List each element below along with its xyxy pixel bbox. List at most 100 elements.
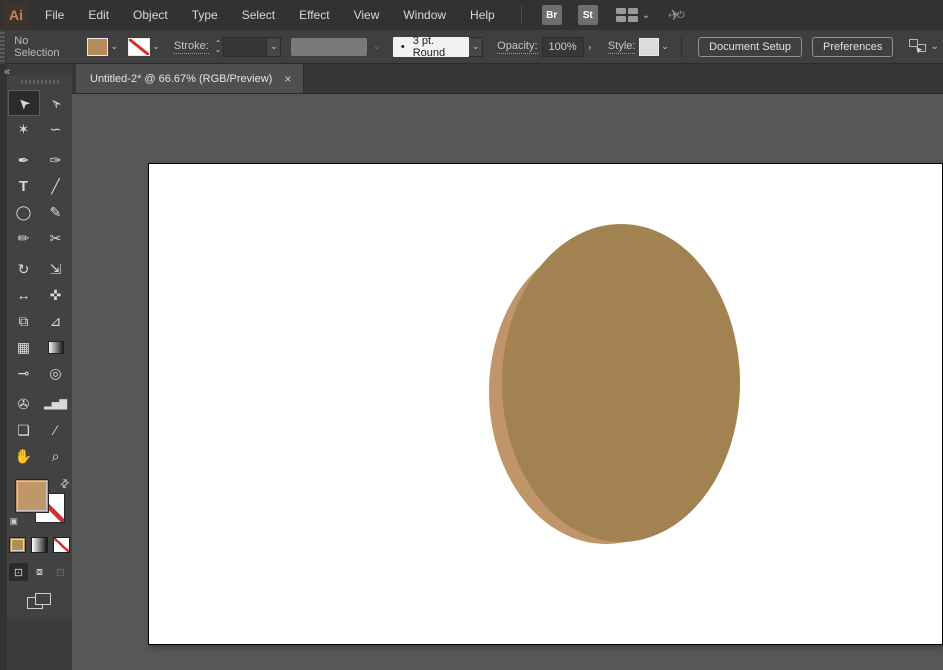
blend-tool-icon: ◎	[49, 364, 62, 381]
document-tab[interactable]: Untitled-2* @ 66.67% (RGB/Preview) ×	[76, 64, 305, 93]
menu-type[interactable]: Type	[180, 0, 230, 30]
menu-file[interactable]: File	[33, 0, 76, 30]
color-type-buttons	[7, 537, 72, 553]
stock-button[interactable]: St	[577, 5, 598, 25]
tool-puppet-warp[interactable]: ✜	[40, 282, 72, 308]
arrange-icon[interactable]: ➤	[907, 38, 927, 56]
tool-paintbrush[interactable]: ✎	[40, 199, 72, 225]
front-ellipse-shape[interactable]	[502, 224, 740, 542]
stroke-weight-input[interactable]	[223, 36, 268, 57]
opacity-expand-icon[interactable]: ›	[584, 38, 596, 56]
draw-inside-button: ⊡	[55, 566, 66, 579]
fill-color-swatch[interactable]	[86, 37, 109, 56]
tool-mesh[interactable]: ▦	[8, 334, 40, 360]
tool-shaper[interactable]: ✏	[8, 225, 40, 251]
tool-shape-builder[interactable]: ⧉	[8, 308, 40, 334]
menu-select[interactable]: Select	[230, 0, 287, 30]
tool-artboard[interactable]: ❏	[8, 417, 40, 443]
dock-edge	[0, 64, 7, 670]
style-swatch[interactable]	[639, 37, 659, 56]
stroke-weight-stepper[interactable]: ⌃ ⌄	[215, 39, 222, 53]
tool-grid: ➤ ➢ ✶ ∽ ✒ ✑ T ╱ ◯ ✎ ✏ ✂ ↻ ⇲ ↔ ✜ ⧉ ⊿ ▦ ⊸ …	[7, 90, 72, 469]
controlbar-grip[interactable]	[0, 29, 7, 64]
document-tab-bar: Untitled-2* @ 66.67% (RGB/Preview) ×	[72, 64, 943, 94]
gpu-performance-icon[interactable]: ✈	[667, 5, 682, 25]
brush-bullet: •	[400, 40, 405, 53]
scissors-tool-icon: ✂	[49, 229, 62, 246]
tool-scissors[interactable]: ✂	[40, 225, 72, 251]
opacity-label[interactable]: Opacity:	[497, 40, 538, 54]
brush-chevron-icon[interactable]: ⌄	[469, 36, 484, 57]
menu-help[interactable]: Help	[458, 0, 507, 30]
stroke-color-swatch[interactable]	[128, 37, 150, 56]
toolbar-grip[interactable]	[20, 80, 59, 84]
tool-rotate[interactable]: ↻	[8, 256, 40, 282]
stroke-chevron-down-icon[interactable]: ⌄	[150, 38, 162, 56]
opacity-input[interactable]: 100%	[541, 36, 584, 57]
tool-slice[interactable]: ∕	[40, 417, 72, 443]
chevron-down-icon[interactable]: ⌄	[642, 10, 650, 21]
screen-mode-button[interactable]	[26, 593, 53, 611]
tool-scale[interactable]: ⇲	[40, 256, 72, 282]
line-segment-tool-icon: ╱	[51, 177, 60, 194]
none-button[interactable]	[52, 537, 70, 553]
tool-width[interactable]: ↔	[8, 282, 40, 308]
document-setup-button[interactable]: Document Setup	[698, 36, 803, 57]
tool-curvature[interactable]: ✑	[40, 147, 72, 173]
puppet-warp-tool-icon: ✜	[49, 286, 62, 303]
workspace-switcher-icon[interactable]	[615, 8, 638, 22]
tool-perspective-grid[interactable]: ⊿	[40, 308, 72, 334]
tool-selection[interactable]: ➤	[7, 90, 40, 116]
tool-magic-wand[interactable]: ✶	[8, 116, 40, 142]
style-label[interactable]: Style:	[607, 40, 636, 54]
shaper-tool-icon: ✏	[17, 229, 30, 246]
draw-normal-button[interactable]: ⊡	[9, 563, 28, 581]
tool-zoom[interactable]: ⌕	[40, 443, 72, 469]
style-chevron-icon[interactable]: ⌄	[659, 38, 671, 56]
paintbrush-tool-icon: ✎	[49, 203, 62, 220]
menu-object[interactable]: Object	[121, 0, 180, 30]
swap-fill-stroke-icon[interactable]: ⇄	[57, 476, 73, 491]
stepper-down-icon[interactable]: ⌄	[215, 45, 222, 53]
direct-selection-tool-icon: ➢	[45, 93, 65, 114]
tool-symbol-sprayer[interactable]: ✇	[8, 391, 40, 417]
draw-behind-button[interactable]: ⧇	[30, 563, 49, 581]
none-slash-icon	[53, 538, 69, 552]
stroke-weight-label[interactable]: Stroke:	[173, 40, 209, 54]
color-button[interactable]	[8, 537, 26, 553]
menu-window[interactable]: Window	[391, 0, 458, 30]
tool-lasso[interactable]: ∽	[40, 116, 72, 142]
control-bar: No Selection ⌄ ⌄ Stroke: ⌃ ⌄ ⌄ ⌄ • 3 pt.…	[0, 29, 943, 64]
stroke-weight-chevron-icon[interactable]: ⌄	[267, 36, 282, 57]
menu-edit[interactable]: Edit	[76, 0, 121, 30]
tool-line-segment[interactable]: ╱	[40, 173, 72, 199]
menu-view[interactable]: View	[342, 0, 392, 30]
menu-effect[interactable]: Effect	[287, 0, 341, 30]
tool-hand[interactable]: ✋	[8, 443, 40, 469]
default-fill-stroke-icon[interactable]: ▣	[10, 516, 19, 527]
tool-gradient[interactable]	[40, 334, 72, 360]
bridge-button[interactable]: Br	[541, 5, 562, 25]
preferences-button[interactable]: Preferences	[812, 36, 894, 57]
tool-eyedropper[interactable]: ⊸	[8, 360, 40, 386]
close-tab-icon[interactable]: ×	[284, 72, 291, 86]
brush-definition-select[interactable]: • 3 pt. Round	[392, 35, 470, 59]
tool-type[interactable]: T	[8, 173, 40, 199]
tool-column-graph[interactable]: ▂▅▇	[40, 391, 72, 417]
tool-pen[interactable]: ✒	[8, 147, 40, 173]
fill-proxy-swatch[interactable]	[14, 479, 49, 513]
gradient-button[interactable]	[30, 537, 48, 553]
artboard-tool-icon: ❏	[17, 421, 30, 438]
canvas-area[interactable]	[72, 94, 943, 670]
tool-blend[interactable]: ◎	[40, 360, 72, 386]
illustrator-window: Ai File Edit Object Type Select Effect V…	[0, 0, 943, 670]
zoom-tool-icon: ⌕	[51, 447, 60, 464]
tool-direct-selection[interactable]: ➢	[40, 90, 72, 116]
tool-ellipse[interactable]: ◯	[8, 199, 40, 225]
lasso-tool-icon: ∽	[49, 120, 62, 137]
fill-chevron-down-icon[interactable]: ⌄	[108, 38, 120, 56]
arrange-chevron-icon[interactable]: ⌄	[931, 41, 939, 52]
fill-stroke-proxy: ⇄ ▣	[8, 476, 73, 529]
artboard[interactable]	[148, 163, 943, 645]
symbol-sprayer-tool-icon: ✇	[17, 395, 30, 412]
